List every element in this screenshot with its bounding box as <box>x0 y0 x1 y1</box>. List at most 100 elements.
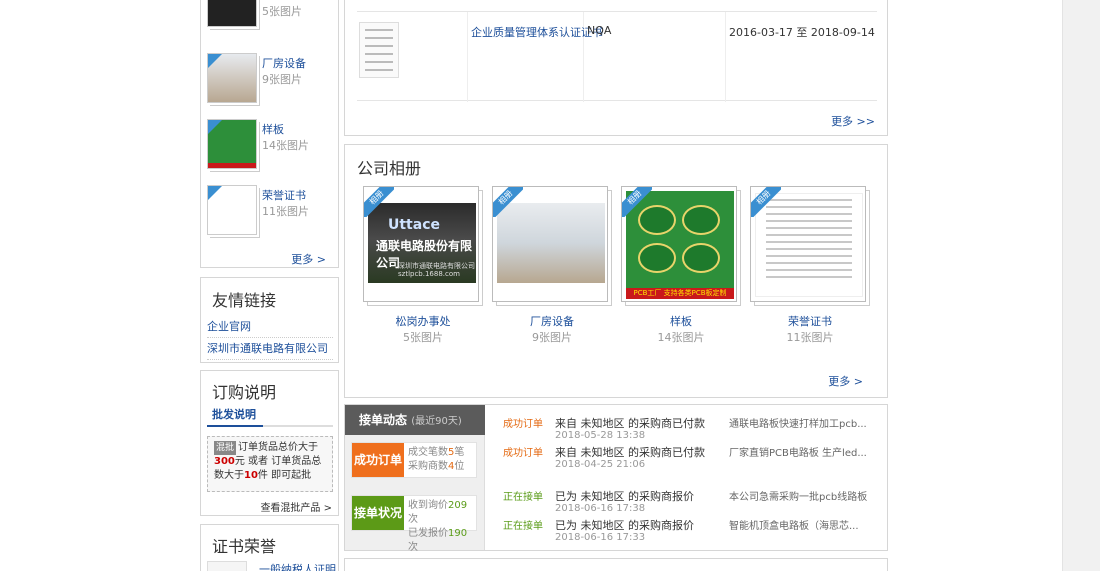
album-count: 14张图片 <box>657 331 705 344</box>
album-title[interactable]: 样板 <box>262 121 284 137</box>
order-time: 2018-06-16 17:38 <box>555 503 646 514</box>
album-card[interactable]: 相册 荣誉证书 11张图片 <box>750 186 870 344</box>
stat-value: 209 <box>448 500 468 511</box>
success-orders-stat: 成功订单 成交笔数5笔 采购商数4位 <box>351 442 477 478</box>
order-product-link[interactable]: 本公司急需采购一批pcb线路板 <box>729 488 879 503</box>
certificate-more-link[interactable]: 更多 >> <box>831 113 875 129</box>
album-image-site: sztlpcb.1688.com <box>398 270 460 278</box>
album-cover[interactable]: PCB工厂 支持各类PCB板定制 相册 <box>621 186 737 302</box>
order-info-title: 订购说明 <box>212 383 277 402</box>
side-album-more-link[interactable]: 更多 > <box>291 251 326 267</box>
album-title[interactable]: 厂房设备 <box>492 313 612 329</box>
album-count: 11张图片 <box>262 205 309 218</box>
friend-link-item[interactable]: 深圳市通联电路有限公司 <box>207 340 333 360</box>
stat-text: 成交笔数 <box>408 447 448 458</box>
order-dynamics-header: 接单动态 (最近90天) <box>345 405 485 435</box>
view-mixed-products-link[interactable]: 查看混批产品 > <box>260 499 332 514</box>
album-card[interactable]: 相册 厂房设备 9张图片 <box>492 186 612 344</box>
order-product-link[interactable]: 智能机顶盒电路板（海思芯... <box>729 517 879 532</box>
tab-wholesale[interactable]: 批发说明 <box>212 406 256 422</box>
order-row: 成功订单 来自 未知地区 的采购商已付款 2018-05-28 13:38 通联… <box>503 415 873 443</box>
stat-value: 190 <box>448 528 468 539</box>
cert-side-item[interactable]: 一般纳税人证明材 <box>259 561 338 571</box>
page-right-rail <box>1062 0 1100 571</box>
side-album-list: 5张图片 厂房设备 9张图片 样板 14张图片 荣誉证书 11张图片 更多 > <box>200 0 339 268</box>
certificate-org: NQA <box>587 24 612 37</box>
order-status: 正在接单 <box>503 492 543 503</box>
notice-amount: 300 <box>214 456 235 467</box>
cert-side-box: 证书荣誉 一般纳税人证明材 <box>200 524 339 571</box>
album-thumb[interactable] <box>207 185 257 235</box>
order-status-label: 接单状况 <box>352 496 404 530</box>
stat-text: 采购商数 <box>408 461 448 472</box>
album-thumb[interactable] <box>207 0 257 27</box>
side-album-item[interactable]: 样板 14张图片 <box>207 119 335 175</box>
tab-underline <box>207 425 333 427</box>
album-cover[interactable]: 相册 <box>750 186 866 302</box>
friend-link-item[interactable]: 企业官网 <box>207 318 333 338</box>
album-title[interactable]: 厂房设备 <box>262 55 306 71</box>
next-section-box <box>344 558 888 571</box>
cert-thumb[interactable] <box>207 561 247 571</box>
order-time: 2018-04-25 21:06 <box>555 459 646 470</box>
friend-links-title: 友情链接 <box>212 291 277 310</box>
album-ribbon: 相册 <box>622 187 652 217</box>
stat-text: 已发报价 <box>408 528 448 539</box>
album-title[interactable]: 荣誉证书 <box>262 187 306 203</box>
order-desc: 已为 未知地区 的采购商报价 <box>555 490 694 503</box>
notice-text: 数大于 <box>214 470 244 481</box>
album-ribbon: 相册 <box>751 187 781 217</box>
company-albums-more-link[interactable]: 更多 > <box>828 373 863 389</box>
stat-unit: 笔 <box>454 447 465 458</box>
order-status: 成功订单 <box>503 448 543 459</box>
cert-side-title: 证书荣誉 <box>212 537 277 556</box>
album-count: 5张图片 <box>262 5 302 18</box>
certificate-name[interactable]: 企业质量管理体系认证证书 <box>471 24 603 40</box>
order-dynamics-title: 接单动态 <box>359 413 408 427</box>
album-title[interactable]: 样板 <box>621 313 741 329</box>
order-product-link[interactable]: 通联电路板快速打样加工pcb... <box>729 415 879 430</box>
album-count: 9张图片 <box>262 73 302 86</box>
album-thumb[interactable] <box>207 119 257 169</box>
order-row: 正在接单 已为 未知地区 的采购商报价 2018-06-16 17:38 本公司… <box>503 488 873 516</box>
album-image-logo: Uttace <box>388 217 440 233</box>
album-count: 9张图片 <box>532 331 572 344</box>
order-row: 正在接单 已为 未知地区 的采购商报价 2018-06-16 17:33 智能机… <box>503 517 873 545</box>
album-count: 5张图片 <box>403 331 443 344</box>
order-product-link[interactable]: 厂家直销PCB电路板 生产led... <box>729 444 879 459</box>
notice-text: 订单货品总价大于 <box>238 442 319 453</box>
certificate-table-box: 企业质量管理体系认证证书 NQA 2016-03-17 至 2018-09-14… <box>344 0 888 136</box>
side-album-item[interactable]: 5张图片 <box>207 0 335 53</box>
album-cover[interactable]: Uttace 通联电路股份有限公司 深圳市通联电路有限公司 sztlpcb.16… <box>363 186 479 302</box>
stat-unit: 位 <box>454 461 465 472</box>
album-count: 14张图片 <box>262 139 309 152</box>
side-album-item[interactable]: 厂房设备 9张图片 <box>207 53 335 109</box>
notice-text: 件 即可起批 <box>257 470 312 481</box>
notice-qty: 10 <box>244 470 258 481</box>
order-info-box: 订购说明 批发说明 混批 订单货品总价大于 300元 或者 订单货品总 数大于10… <box>200 370 339 516</box>
album-image-banner: PCB工厂 支持各类PCB板定制 <box>626 288 734 299</box>
notice-text: 元 或者 订单货品总 <box>234 456 322 467</box>
order-dynamics-period: (最近90天) <box>411 416 462 427</box>
album-cover[interactable]: 相册 <box>492 186 608 302</box>
album-ribbon: 相册 <box>493 187 523 217</box>
certificate-validity: 2016-03-17 至 2018-09-14 <box>729 26 875 39</box>
album-count: 11张图片 <box>786 331 834 344</box>
album-card[interactable]: PCB工厂 支持各类PCB板定制 相册 样板 14张图片 <box>621 186 741 344</box>
order-desc: 来自 未知地区 的采购商已付款 <box>555 417 705 430</box>
order-status: 正在接单 <box>503 521 543 532</box>
order-time: 2018-06-16 17:33 <box>555 532 646 543</box>
album-thumb[interactable] <box>207 53 257 103</box>
side-album-item[interactable]: 荣誉证书 11张图片 <box>207 185 335 241</box>
mixed-batch-tag: 混批 <box>214 441 237 455</box>
order-dynamics-box: 接单动态 (最近90天) 成功订单 成交笔数5笔 采购商数4位 接单状况 收到询… <box>344 404 888 553</box>
album-card[interactable]: Uttace 通联电路股份有限公司 深圳市通联电路有限公司 sztlpcb.16… <box>363 186 483 344</box>
stat-unit: 次 <box>408 542 418 553</box>
order-time: 2018-05-28 13:38 <box>555 430 646 441</box>
order-dynamics-summary: 接单动态 (最近90天) 成功订单 成交笔数5笔 采购商数4位 接单状况 收到询… <box>345 405 485 553</box>
album-title[interactable]: 荣誉证书 <box>750 313 870 329</box>
certificate-thumb[interactable] <box>359 22 399 78</box>
album-ribbon: 相册 <box>364 187 394 217</box>
album-title[interactable]: 松岗办事处 <box>363 313 483 329</box>
friend-links-box: 友情链接 企业官网 深圳市通联电路有限公司 <box>200 277 339 363</box>
